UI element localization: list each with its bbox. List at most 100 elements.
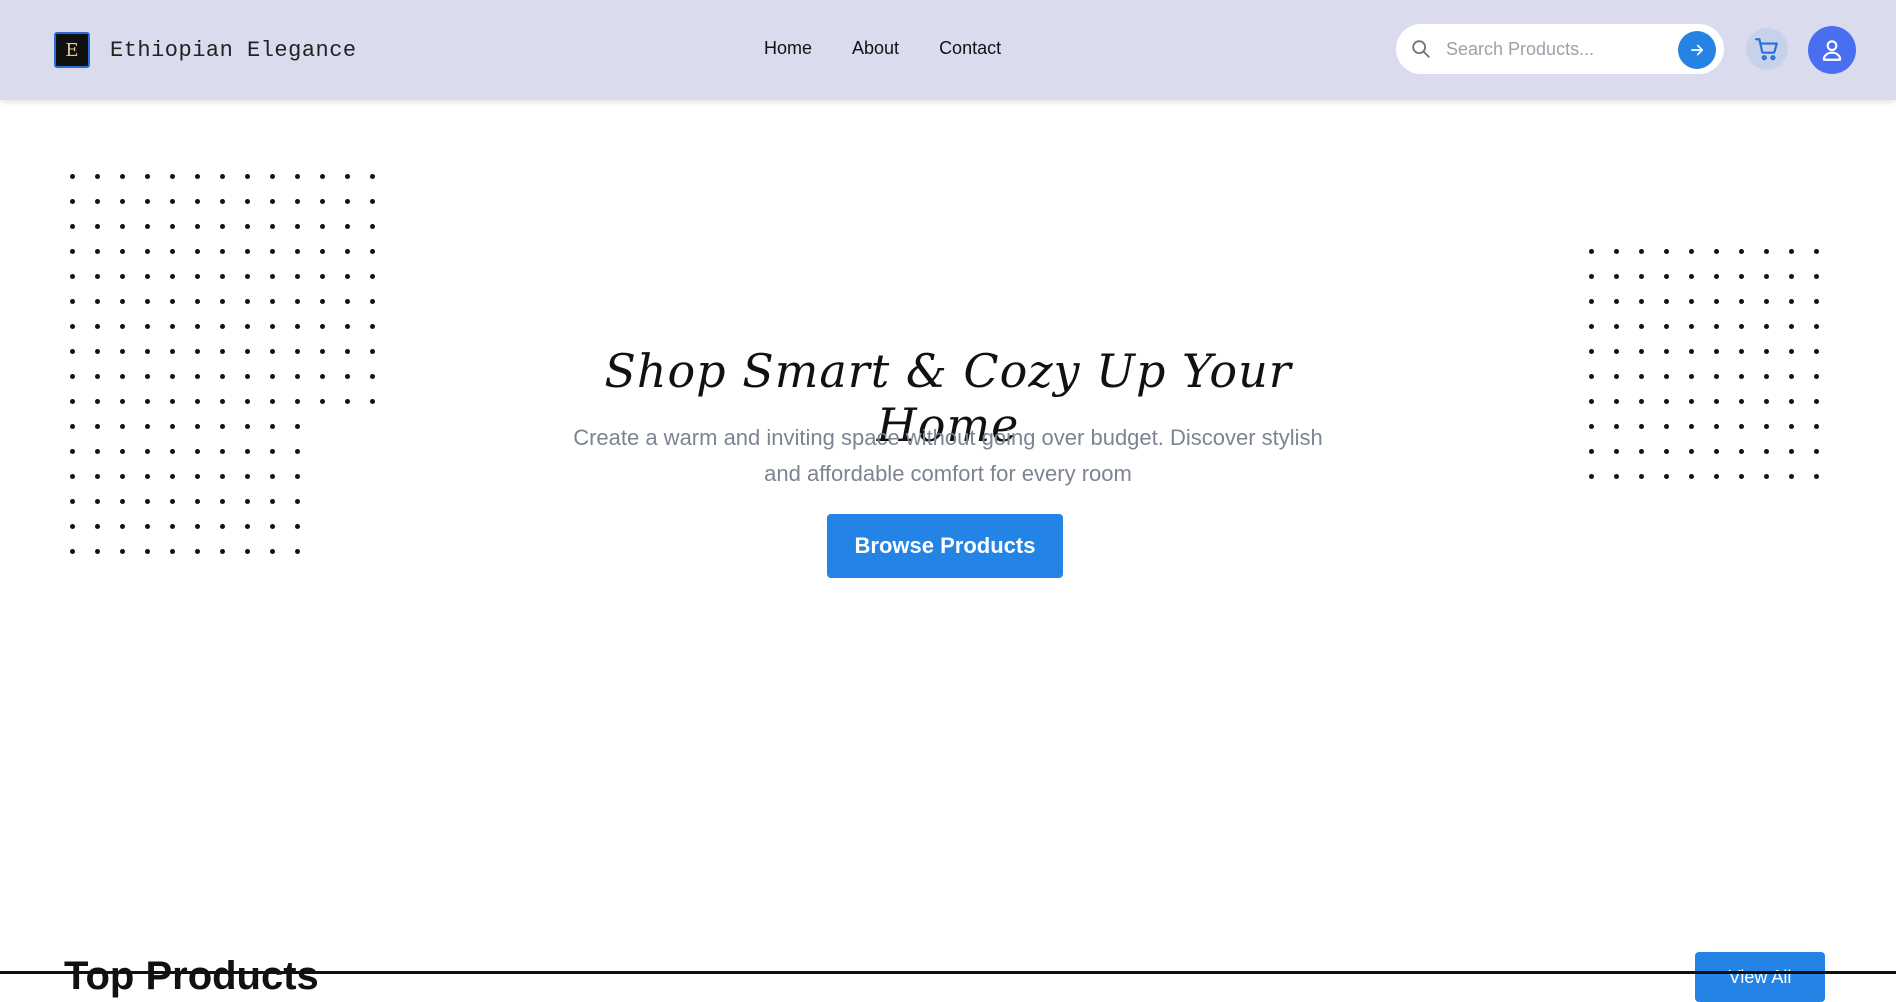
decorative-dot bbox=[1804, 314, 1829, 339]
decorative-dot bbox=[1729, 289, 1754, 314]
decorative-dot bbox=[310, 314, 335, 339]
nav-link-home[interactable]: Home bbox=[764, 38, 812, 59]
search-submit-button[interactable] bbox=[1678, 31, 1716, 69]
decorative-dot bbox=[1729, 389, 1754, 414]
decorative-dot bbox=[1729, 414, 1754, 439]
decorative-dot bbox=[85, 314, 110, 339]
view-all-button[interactable]: View All bbox=[1695, 952, 1825, 1002]
decorative-dot bbox=[85, 239, 110, 264]
decorative-dot bbox=[210, 264, 235, 289]
decorative-dot bbox=[1629, 364, 1654, 389]
decorative-dot bbox=[1654, 239, 1679, 264]
decorative-dot bbox=[110, 514, 135, 539]
decorative-dot bbox=[1679, 289, 1704, 314]
decorative-dot bbox=[335, 239, 360, 264]
decorative-dot bbox=[1729, 264, 1754, 289]
decorative-dot bbox=[185, 164, 210, 189]
decorative-dot bbox=[60, 314, 85, 339]
decorative-dot bbox=[1779, 389, 1804, 414]
decorative-dot bbox=[185, 239, 210, 264]
decorative-dot bbox=[1629, 389, 1654, 414]
decorative-dot bbox=[160, 314, 185, 339]
decorative-dot bbox=[135, 214, 160, 239]
decorative-dot bbox=[1779, 414, 1804, 439]
decorative-dot bbox=[1654, 414, 1679, 439]
decorative-dot bbox=[1604, 364, 1629, 389]
decorative-dot bbox=[1579, 414, 1604, 439]
browse-products-button[interactable]: Browse Products bbox=[827, 514, 1063, 578]
decorative-dot bbox=[1804, 339, 1829, 364]
decorative-dot bbox=[1679, 389, 1704, 414]
nav-link-about[interactable]: About bbox=[852, 38, 899, 59]
decorative-dot bbox=[1679, 439, 1704, 464]
decorative-dot bbox=[260, 339, 285, 364]
decorative-dot bbox=[1629, 339, 1654, 364]
decorative-dot bbox=[285, 164, 310, 189]
decorative-dot bbox=[1579, 289, 1604, 314]
decorative-dot bbox=[1704, 389, 1729, 414]
decorative-dot bbox=[1779, 314, 1804, 339]
decorative-dot bbox=[110, 489, 135, 514]
decorative-dot bbox=[85, 464, 110, 489]
decorative-dot bbox=[260, 389, 285, 414]
decorative-dot bbox=[310, 164, 335, 189]
decorative-dot bbox=[1804, 239, 1829, 264]
decorative-dot bbox=[110, 264, 135, 289]
decorative-dot bbox=[235, 264, 260, 289]
decorative-dot bbox=[1754, 289, 1779, 314]
main-nav: Home About Contact bbox=[764, 38, 1001, 59]
decorative-dot bbox=[160, 464, 185, 489]
decorative-dot bbox=[1654, 389, 1679, 414]
decorative-dot bbox=[260, 289, 285, 314]
decorative-dot bbox=[285, 389, 310, 414]
decorative-dot bbox=[260, 439, 285, 464]
decorative-dot bbox=[285, 214, 310, 239]
decorative-dot bbox=[260, 464, 285, 489]
decorative-dot bbox=[60, 189, 85, 214]
decorative-dot bbox=[60, 464, 85, 489]
decorative-dot bbox=[135, 539, 160, 564]
decorative-dot bbox=[185, 514, 210, 539]
user-icon bbox=[1822, 40, 1842, 61]
decorative-dot bbox=[60, 514, 85, 539]
decorative-dot bbox=[285, 289, 310, 314]
decorative-dot bbox=[60, 489, 85, 514]
decorative-dot bbox=[110, 414, 135, 439]
decorative-dot bbox=[110, 539, 135, 564]
decorative-dot bbox=[285, 364, 310, 389]
decorative-dot bbox=[135, 514, 160, 539]
decorative-dot bbox=[110, 189, 135, 214]
decorative-dot bbox=[1629, 314, 1654, 339]
profile-button[interactable] bbox=[1808, 26, 1856, 74]
decorative-dot bbox=[85, 514, 110, 539]
decorative-dot bbox=[210, 214, 235, 239]
decorative-dot bbox=[235, 514, 260, 539]
decorative-dot bbox=[335, 189, 360, 214]
decorative-dot bbox=[1629, 464, 1654, 489]
decorative-dot bbox=[1779, 439, 1804, 464]
search-input[interactable] bbox=[1444, 34, 1666, 64]
decorative-dot bbox=[110, 464, 135, 489]
decorative-dot bbox=[1654, 314, 1679, 339]
decorative-dot bbox=[1804, 464, 1829, 489]
decorative-dot bbox=[1704, 364, 1729, 389]
decorative-dot bbox=[1754, 239, 1779, 264]
decorative-dot bbox=[160, 364, 185, 389]
cart-button[interactable] bbox=[1746, 28, 1788, 70]
decorative-dot bbox=[260, 189, 285, 214]
decorative-dot bbox=[1804, 414, 1829, 439]
decorative-dot bbox=[310, 214, 335, 239]
decorative-dot bbox=[135, 264, 160, 289]
decorative-dot bbox=[285, 539, 310, 564]
decorative-dot bbox=[185, 314, 210, 339]
decorative-dot bbox=[85, 189, 110, 214]
decorative-dot bbox=[1579, 314, 1604, 339]
decorative-dot bbox=[1629, 414, 1654, 439]
decorative-dot bbox=[60, 339, 85, 364]
decorative-dot bbox=[210, 539, 235, 564]
decorative-dot bbox=[135, 314, 160, 339]
search-icon bbox=[1412, 40, 1430, 58]
brand-link[interactable]: E Ethiopian Elegance bbox=[54, 32, 357, 68]
nav-link-contact[interactable]: Contact bbox=[939, 38, 1001, 59]
decorative-dot bbox=[1704, 339, 1729, 364]
